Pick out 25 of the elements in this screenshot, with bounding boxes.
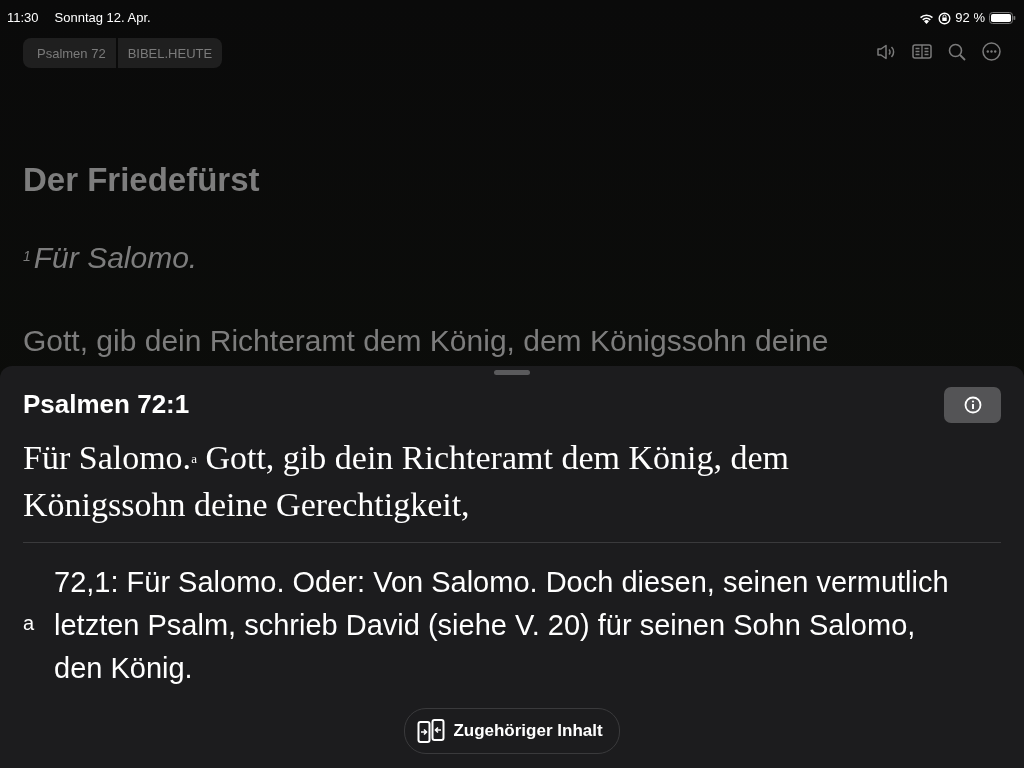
search-icon[interactable] (948, 42, 966, 61)
info-button[interactable] (944, 386, 1001, 423)
toolbar-button[interactable]: BIBEL.HEUTE (117, 38, 223, 68)
sheet-title: Psalmen 72:1 (23, 388, 190, 421)
wifi-icon (919, 12, 935, 24)
verse-number: 1 (23, 247, 31, 264)
more-icon[interactable] (982, 42, 1001, 61)
footnote-mark: a (23, 610, 36, 636)
toolbar-button[interactable]: Psalmen 72 (23, 38, 116, 68)
footnote-text: 72,1: Für Salomo. Oder: Von Salomo. Doch diesen, seinen vermutlich letzten Psalm, schrieb David (siehe V. 20) für seinen Sohn Salomo, den König. (54, 565, 950, 686)
verse-text: Gott, gib dein Richteramt dem König, dem Königssohn deine (23, 322, 830, 359)
battery-percent: 92 % (955, 9, 985, 28)
grabber-handle[interactable] (494, 370, 530, 375)
verse-text: Für Salomo.$^{a}$ Gott, gib dein Richteramt dem König, dem Königssohn deine Gerechtigkeit, (23, 438, 790, 525)
related-content-button[interactable]: Zugehöriger Inhalt (404, 708, 620, 754)
status-time: 11:30 (7, 9, 39, 28)
superscription: Für Salomo. (33, 240, 198, 274)
rotation-lock-icon (938, 11, 952, 25)
compare-icon (417, 718, 446, 744)
chapter-heading: Der Friedefürst (23, 160, 261, 200)
battery-icon (989, 12, 1016, 24)
book-icon[interactable] (912, 44, 932, 59)
status-date: Sonntag 12. Apr. (54, 9, 151, 28)
speaker-icon[interactable] (876, 43, 896, 60)
info-icon (963, 395, 982, 414)
